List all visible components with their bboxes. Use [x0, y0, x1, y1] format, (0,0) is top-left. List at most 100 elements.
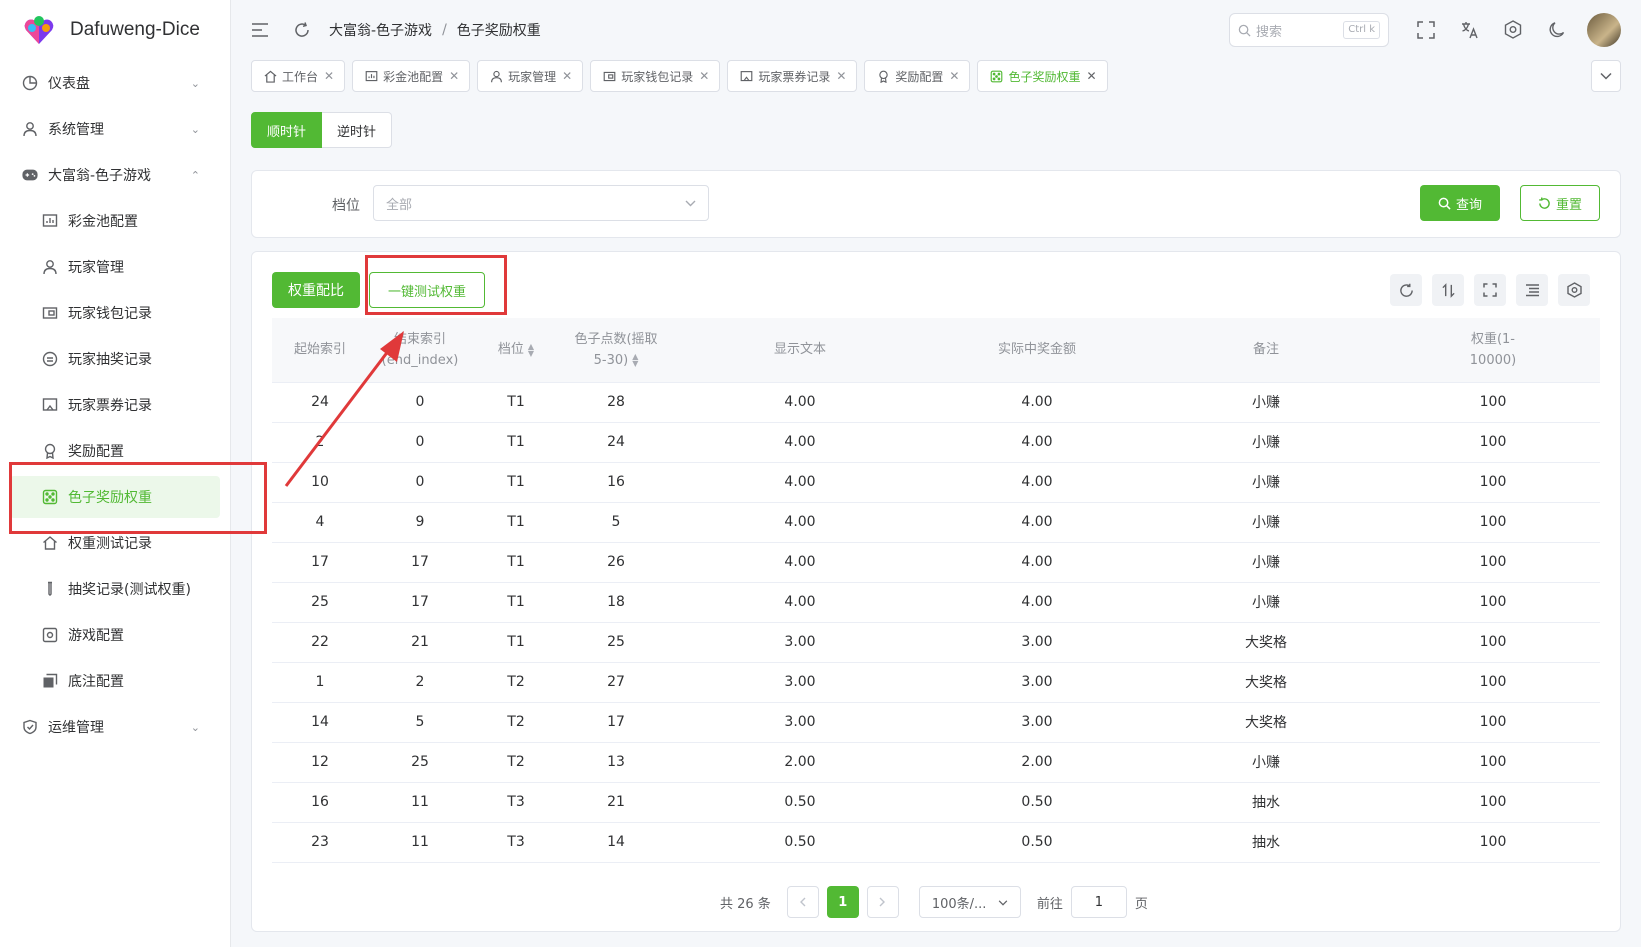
- close-icon[interactable]: ✕: [562, 69, 572, 83]
- weight-ratio-button[interactable]: 权重配比: [272, 272, 360, 308]
- tab-label: 工作台: [282, 69, 319, 84]
- counterclockwise-button[interactable]: 逆时针: [322, 112, 393, 148]
- cell-start-index: 23: [272, 822, 368, 863]
- reset-button[interactable]: 重置: [1520, 185, 1600, 221]
- cell-dice-points: 5: [560, 502, 672, 543]
- sidebar-item-lottery-test-weight[interactable]: 抽奖记录(测试权重): [0, 566, 230, 612]
- reset-icon: [1539, 196, 1550, 209]
- cell-start-index: 25: [272, 582, 368, 623]
- tab-reward-config[interactable]: 奖励配置 ✕: [864, 60, 971, 92]
- tab-ticket-records[interactable]: 玩家票券记录 ✕: [727, 60, 858, 92]
- breadcrumb-item[interactable]: 大富翁-色子游戏: [329, 20, 432, 40]
- close-icon[interactable]: ✕: [699, 69, 709, 83]
- sidebar-item-dashboard[interactable]: 仪表盘 ⌄: [0, 60, 230, 106]
- search-input[interactable]: 搜索 Ctrl k: [1229, 13, 1389, 47]
- tab-wallet-records[interactable]: 玩家钱包记录 ✕: [590, 60, 721, 92]
- cell-dice-points: 25: [560, 622, 672, 663]
- page-number-current[interactable]: 1: [826, 886, 859, 918]
- sidebar-item-jackpot-config[interactable]: 彩金池配置: [0, 198, 230, 244]
- tier-select[interactable]: 全部: [373, 185, 709, 221]
- sidebar-item-dice-game[interactable]: 大富翁-色子游戏 ⌃: [0, 152, 230, 198]
- table-refresh-button[interactable]: [1390, 274, 1422, 306]
- col-header-dice-points[interactable]: 色子点数(摇取 5-30) ▲ ▼: [560, 318, 672, 383]
- clockwise-button[interactable]: 顺时针: [251, 112, 323, 148]
- cell-dice-points: 24: [560, 422, 672, 463]
- cell-dice-points: 18: [560, 582, 672, 623]
- cell-display-text: 4.00: [672, 462, 928, 503]
- query-button[interactable]: 查询: [1420, 185, 1500, 221]
- next-page-button[interactable]: [866, 886, 899, 918]
- sidebar-item-ticket-records[interactable]: 玩家票券记录: [0, 382, 230, 428]
- cell-remark: 大奖格: [1146, 702, 1386, 743]
- tab-dice-reward-weight[interactable]: 色子奖励权重 ✕: [977, 60, 1108, 92]
- user-avatar[interactable]: [1587, 13, 1621, 47]
- close-icon[interactable]: ✕: [324, 69, 334, 83]
- cell-tier: T1: [472, 582, 560, 623]
- cell-display-text: 3.00: [672, 622, 928, 663]
- dark-mode-icon[interactable]: [1548, 21, 1566, 39]
- cell-remark: 小赚: [1146, 462, 1386, 503]
- cell-actual-amount: 2.00: [928, 742, 1146, 783]
- fullscreen-icon[interactable]: [1417, 21, 1435, 39]
- sort-icon[interactable]: ▲ ▼: [528, 342, 534, 357]
- sidebar-item-player-manage[interactable]: 玩家管理: [0, 244, 230, 290]
- table-fullscreen-button[interactable]: [1474, 274, 1506, 306]
- lottery-icon: [42, 351, 58, 367]
- sidebar-item-wallet-records[interactable]: 玩家钱包记录: [0, 290, 230, 336]
- dice-icon: [990, 70, 1003, 83]
- app-logo[interactable]: Dafuweng-Dice: [0, 0, 230, 60]
- weights-table: 起始索引 结束索引 (end_index) 档位 ▲ ▼ 色子点数(摇取 5-30) ▲ ▼…: [272, 318, 1600, 863]
- sidebar-item-game-config[interactable]: 游戏配置: [0, 612, 230, 658]
- tier-select-placeholder: 全部: [386, 197, 413, 213]
- close-icon[interactable]: ✕: [1086, 69, 1096, 83]
- tab-player-manage[interactable]: 玩家管理 ✕: [477, 60, 584, 92]
- sort-icon[interactable]: ▲ ▼: [632, 353, 638, 368]
- sidebar-item-label: 仪表盘: [48, 76, 90, 92]
- cell-end-index: 17: [368, 582, 472, 623]
- sidebar-item-label: 玩家管理: [68, 260, 124, 276]
- refresh-icon[interactable]: [293, 21, 311, 39]
- reset-button-label: 重置: [1555, 197, 1582, 213]
- sort-arrows-icon: [1441, 282, 1455, 298]
- tab-jackpot-config[interactable]: 彩金池配置 ✕: [352, 60, 471, 92]
- page-size-select[interactable]: 100条/...: [918, 886, 1021, 918]
- tabs-more-button[interactable]: [1591, 60, 1621, 92]
- menu-fold-icon[interactable]: [251, 22, 269, 38]
- sidebar-item-base-bet-config[interactable]: 底注配置: [0, 658, 230, 704]
- cell-dice-points: 26: [560, 542, 672, 583]
- tab-workbench[interactable]: 工作台 ✕: [251, 60, 346, 92]
- sidebar-item-system[interactable]: 系统管理 ⌄: [0, 106, 230, 152]
- chevron-right-icon: [879, 897, 886, 907]
- translate-icon[interactable]: [1461, 21, 1479, 39]
- cell-weight: 100: [1386, 422, 1600, 463]
- cell-actual-amount: 0.50: [928, 782, 1146, 823]
- table-density-button[interactable]: [1432, 274, 1464, 306]
- sidebar-item-ops[interactable]: 运维管理 ⌄: [0, 704, 230, 750]
- table-row: 1 2 T2 27 3.00 3.00 大奖格 100: [272, 662, 1600, 703]
- search-icon: [1238, 24, 1251, 37]
- table-columns-button[interactable]: [1516, 274, 1548, 306]
- chevron-left-icon: [800, 897, 806, 907]
- close-icon[interactable]: ✕: [449, 69, 459, 83]
- close-icon[interactable]: ✕: [836, 69, 846, 83]
- sidebar-item-label: 游戏配置: [68, 628, 124, 644]
- direction-toggle: 顺时针 逆时针: [251, 112, 393, 148]
- sidebar-item-label: 彩金池配置: [68, 214, 138, 230]
- cell-start-index: 10: [272, 462, 368, 503]
- sidebar-item-lottery-records[interactable]: 玩家抽奖记录: [0, 336, 230, 382]
- prev-page-button[interactable]: [786, 886, 819, 918]
- cell-end-index: 5: [368, 702, 472, 743]
- settings-hex-icon[interactable]: [1504, 20, 1522, 39]
- close-icon[interactable]: ✕: [949, 69, 959, 83]
- col-header-tier[interactable]: 档位 ▲ ▼: [472, 318, 560, 383]
- table-row: 25 17 T1 18 4.00 4.00 小赚 100: [272, 582, 1600, 623]
- cell-end-index: 25: [368, 742, 472, 783]
- chevron-down-icon: ⌄: [190, 122, 200, 136]
- list-icon: [1525, 284, 1539, 297]
- goto-page-input[interactable]: 1: [1070, 886, 1127, 918]
- pagination-total: 共 26 条: [720, 896, 771, 912]
- cell-actual-amount: 3.00: [928, 662, 1146, 703]
- cell-weight: 100: [1386, 622, 1600, 663]
- cell-weight: 100: [1386, 742, 1600, 783]
- table-settings-button[interactable]: [1558, 274, 1590, 306]
